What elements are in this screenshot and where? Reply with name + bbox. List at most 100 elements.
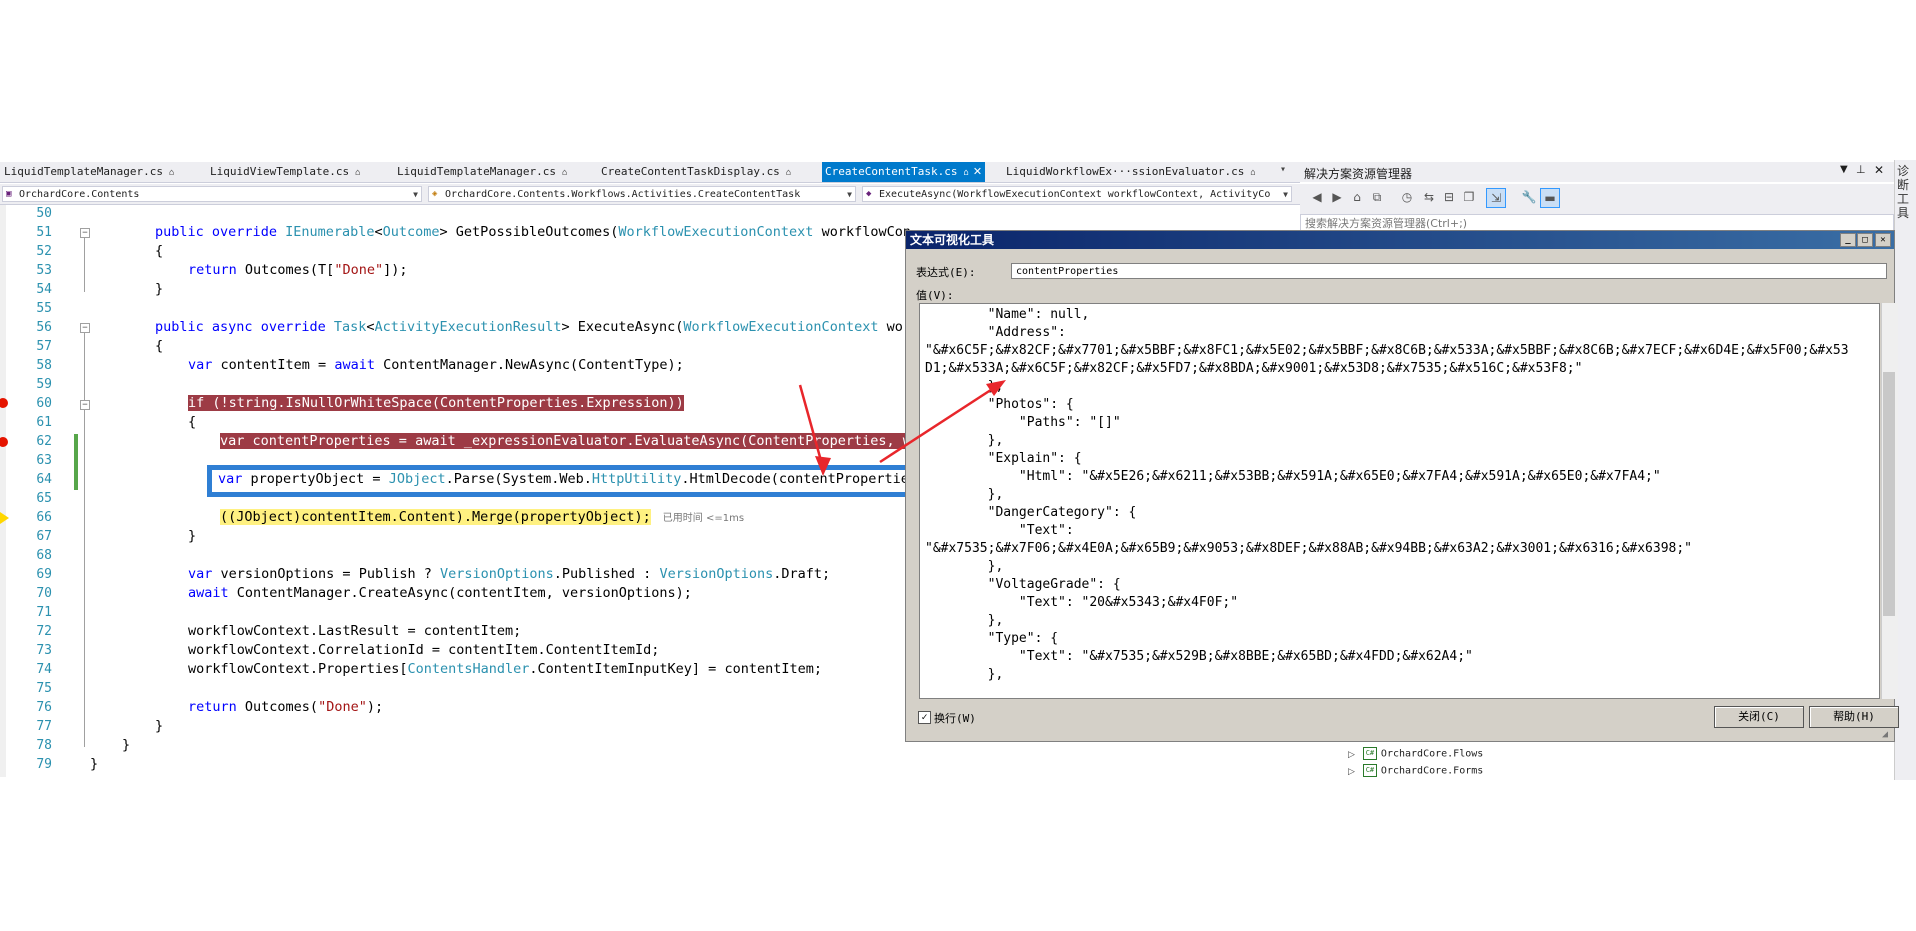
- line-number: 64: [36, 472, 52, 487]
- token: VersionOptions: [439, 566, 554, 582]
- line-number: 68: [36, 548, 52, 563]
- token: ContentManager.CreateAsync(contentItem, …: [228, 585, 692, 601]
- back-icon[interactable]: ◀: [1308, 188, 1326, 206]
- class-dropdown[interactable]: ◈ OrchardCore.Contents.Workflows.Activit…: [428, 186, 856, 202]
- token: return: [188, 262, 237, 278]
- token: > ExecuteAsync(: [561, 319, 684, 335]
- wrap-label: 换行(W): [934, 712, 976, 725]
- token: Outcome: [382, 224, 440, 240]
- line-number: 66: [36, 510, 52, 525]
- properties-icon[interactable]: 🔧: [1520, 188, 1538, 206]
- maximize-icon[interactable]: □: [1857, 233, 1873, 247]
- indicator-margin[interactable]: [0, 205, 6, 777]
- chevron-down-icon: ▼: [413, 190, 418, 199]
- tab-label: LiquidTemplateManager.cs: [397, 165, 556, 178]
- switch-views-icon[interactable]: ⧉: [1368, 188, 1386, 206]
- show-all-files-icon[interactable]: ❐: [1460, 188, 1478, 206]
- expression-input[interactable]: contentProperties: [1011, 263, 1887, 279]
- line-number: 73: [36, 643, 52, 658]
- pin-icon[interactable]: ⌂: [786, 168, 791, 178]
- token: versionOptions = Publish ?: [212, 566, 440, 582]
- token: workflowContext.Properties[: [188, 661, 408, 677]
- code-line-53: return Outcomes(T["Done"]);: [188, 261, 408, 280]
- project-dropdown[interactable]: ▣ OrchardCore.Contents ▼: [2, 186, 422, 202]
- wrap-checkbox[interactable]: ✓: [918, 711, 931, 724]
- token: ]);: [383, 262, 408, 278]
- tab-liquidworkflowexpressionevaluator[interactable]: LiquidWorkflowEx···ssionEvaluator.cs ⌂: [1006, 162, 1256, 182]
- line-number: 76: [36, 700, 52, 715]
- token: async: [211, 319, 253, 335]
- pin-icon[interactable]: ⌂: [963, 168, 968, 178]
- token: ActivityExecutionResult: [374, 319, 562, 335]
- close-icon[interactable]: ✕: [1874, 163, 1884, 177]
- code-line-52: {: [155, 243, 164, 259]
- line-number: 70: [36, 586, 52, 601]
- line-number: 54: [36, 282, 52, 297]
- collapse-icon[interactable]: −: [80, 228, 90, 238]
- pin-icon[interactable]: ⌂: [169, 168, 174, 178]
- token: ContentManager.NewAsync(ContentType);: [374, 357, 684, 373]
- annotation-highlight-box: [207, 465, 910, 497]
- expand-icon[interactable]: ▷: [1348, 767, 1355, 777]
- close-button[interactable]: 关闭(C): [1714, 706, 1804, 728]
- history-icon[interactable]: ◷: [1398, 188, 1416, 206]
- forward-icon[interactable]: ▶: [1328, 188, 1346, 206]
- token: return: [188, 699, 237, 715]
- current-statement-highlight: ((JObject)contentItem.Content).Merge(pro…: [220, 509, 651, 525]
- token: contentItem =: [212, 357, 335, 373]
- member-dropdown[interactable]: ◆ ExecuteAsync(WorkflowExecutionContext …: [862, 186, 1292, 202]
- collapse-all-icon[interactable]: ⊟: [1440, 188, 1458, 206]
- line-number: 67: [36, 529, 52, 544]
- minimize-icon[interactable]: _: [1840, 233, 1856, 247]
- line-number: 52: [36, 244, 52, 259]
- tab-overflow-dropdown-icon[interactable]: ▾: [1280, 164, 1286, 175]
- token: var: [188, 357, 213, 373]
- token: );: [366, 699, 384, 715]
- pin-icon[interactable]: ⌂: [355, 168, 360, 178]
- chevron-down-icon: ▼: [847, 190, 852, 199]
- token: Outcomes(T[: [236, 262, 335, 278]
- tree-item-orchardcore-flows[interactable]: ▷ C# OrchardCore.Flows: [1348, 747, 1483, 760]
- chevron-down-icon: ▼: [1283, 190, 1288, 199]
- line-number: 56: [36, 320, 52, 335]
- token: .Draft;: [773, 566, 831, 582]
- pin-icon[interactable]: ⊥: [1856, 163, 1866, 176]
- resize-grip-icon[interactable]: ◢: [1882, 729, 1888, 740]
- tab-liquidtemplatemanager-2[interactable]: LiquidTemplateManager.cs ⌂: [397, 162, 567, 182]
- expand-icon[interactable]: ▷: [1348, 750, 1355, 760]
- diagnostic-tools-tab[interactable]: 诊断工具: [1897, 164, 1913, 220]
- line-number: 59: [36, 377, 52, 392]
- help-button[interactable]: 帮助(H): [1809, 706, 1899, 728]
- code-line-70: await ContentManager.CreateAsync(content…: [188, 584, 692, 603]
- code-line-51: public override IEnumerable<Outcome> Get…: [155, 223, 911, 242]
- tab-createcontenttaskdisplay[interactable]: CreateContentTaskDisplay.cs ⌂: [601, 162, 791, 182]
- tree-item-orchardcore-forms[interactable]: ▷ C# OrchardCore.Forms: [1348, 764, 1483, 777]
- sync-icon[interactable]: ⇆: [1420, 188, 1438, 206]
- tab-label: LiquidTemplateManager.cs: [4, 165, 163, 178]
- scrollbar-thumb[interactable]: [1883, 372, 1895, 616]
- track-active-icon[interactable]: ⇲: [1486, 188, 1506, 208]
- csharp-project-icon: C#: [1362, 747, 1377, 760]
- close-tab-icon[interactable]: ✕: [973, 165, 982, 178]
- collapse-icon[interactable]: −: [80, 323, 90, 333]
- token: .Published :: [553, 566, 660, 582]
- line-number: 74: [36, 662, 52, 677]
- value-text: "Name": null, "Address": "&#x6C5F;&#x82C…: [925, 307, 1849, 682]
- line-number: 57: [36, 339, 52, 354]
- collapse-icon[interactable]: −: [80, 400, 90, 410]
- tab-createcontenttask[interactable]: CreateContentTask.cs ⌂ ✕: [822, 162, 986, 182]
- line-number: 51: [36, 225, 52, 240]
- tab-liquidtemplatemanager-1[interactable]: LiquidTemplateManager.cs ⌂: [4, 162, 174, 182]
- close-icon[interactable]: ✕: [1875, 233, 1891, 247]
- value-label: 值(V):: [916, 289, 954, 302]
- tab-liquidviewtemplate[interactable]: LiquidViewTemplate.cs ⌂: [210, 162, 361, 182]
- breakpoint-highlight: if (!string.IsNullOrWhiteSpace(ContentPr…: [188, 395, 684, 411]
- pin-icon[interactable]: ⌂: [1250, 168, 1255, 178]
- code-line-78: }: [122, 737, 131, 753]
- dialog-title-bar[interactable]: 文本可视化工具 _ □ ✕: [906, 231, 1894, 249]
- code-line-72: workflowContext.LastResult = contentItem…: [188, 623, 522, 639]
- chevron-down-icon[interactable]: ▼: [1840, 164, 1848, 175]
- preview-icon[interactable]: ▬: [1540, 188, 1560, 208]
- home-icon[interactable]: ⌂: [1348, 188, 1366, 206]
- pin-icon[interactable]: ⌂: [562, 168, 567, 178]
